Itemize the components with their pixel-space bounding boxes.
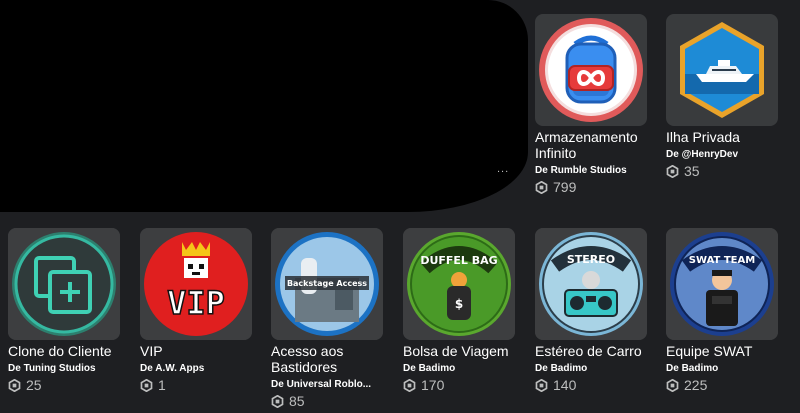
creator-name[interactable]: Badimo — [419, 363, 456, 374]
robux-icon — [271, 394, 284, 408]
svg-text:$: $ — [455, 297, 463, 311]
vip-crown-icon: VIP — [140, 228, 252, 340]
svg-text:VIP: VIP — [167, 284, 225, 322]
gamepass-thumbnail[interactable]: Backstage Access — [271, 228, 383, 340]
svg-text:Backstage Access: Backstage Access — [287, 279, 367, 288]
gamepass-name[interactable]: Acesso aos Bastidores — [271, 343, 383, 375]
gamepass-thumbnail[interactable] — [666, 14, 778, 126]
occluded-region — [0, 0, 528, 212]
gamepass-name[interactable]: Clone do Cliente — [8, 343, 120, 359]
robux-icon — [140, 378, 153, 392]
gamepass-price: 1 — [140, 377, 252, 393]
swat-team-icon: SWAT TEAM — [666, 228, 778, 340]
by-prefix: De — [666, 149, 679, 160]
price-value: 35 — [684, 163, 700, 179]
gamepass-creator[interactable]: De @HenryDev — [666, 148, 778, 161]
truncated-ellipsis: ... — [497, 163, 510, 175]
gamepass-creator[interactable]: De Badimo — [535, 362, 647, 375]
by-prefix: De — [271, 379, 284, 390]
creator-name[interactable]: A.W. Apps — [155, 363, 204, 374]
robux-icon — [666, 164, 679, 178]
gamepass-card[interactable]: STEREO Estéreo de Carro De Badimo 140 — [535, 228, 647, 393]
creator-name[interactable]: Rumble Studios — [551, 165, 627, 176]
gamepass-price: 85 — [271, 393, 383, 409]
gamepass-name[interactable]: Estéreo de Carro — [535, 343, 647, 359]
gamepass-thumbnail[interactable] — [8, 228, 120, 340]
creator-name[interactable]: Tuning Studios — [24, 363, 96, 374]
creator-name[interactable]: Badimo — [551, 363, 588, 374]
gamepass-thumbnail[interactable] — [535, 14, 647, 126]
by-prefix: De — [8, 363, 21, 374]
gamepass-price: 35 — [666, 163, 778, 179]
svg-text:SWAT TEAM: SWAT TEAM — [689, 255, 755, 266]
gamepass-thumbnail[interactable]: DUFFEL BAG $ — [403, 228, 515, 340]
gamepass-price: 799 — [535, 179, 647, 195]
gamepass-thumbnail[interactable]: SWAT TEAM — [666, 228, 778, 340]
robux-icon — [666, 378, 679, 392]
by-prefix: De — [535, 363, 548, 374]
gamepass-price: 25 — [8, 377, 120, 393]
gamepass-name[interactable]: Equipe SWAT — [666, 343, 778, 359]
creator-name[interactable]: @HenryDev — [682, 149, 738, 160]
infinity-backpack-icon — [539, 18, 643, 122]
gamepass-name[interactable]: Ilha Privada — [666, 129, 778, 145]
stereo-boombox-icon: STEREO — [535, 228, 647, 340]
gamepass-card[interactable]: Armazenamento Infinito De Rumble Studios… — [535, 14, 647, 195]
gamepass-price: 140 — [535, 377, 647, 393]
by-prefix: De — [403, 363, 416, 374]
gamepass-name[interactable]: VIP — [140, 343, 252, 359]
yacht-hexagon-icon — [680, 22, 764, 118]
gamepass-thumbnail[interactable]: VIP — [140, 228, 252, 340]
gamepass-creator[interactable]: De Rumble Studios — [535, 164, 647, 177]
gamepass-creator[interactable]: De Universal Roblo... — [271, 378, 383, 391]
price-value: 140 — [553, 377, 577, 393]
backstage-access-icon: Backstage Access — [271, 228, 383, 340]
gamepass-card[interactable]: Backstage Access Acesso aos Bastidores D… — [271, 228, 383, 409]
by-prefix: De — [666, 363, 679, 374]
gamepass-thumbnail[interactable]: STEREO — [535, 228, 647, 340]
robux-icon — [403, 378, 416, 392]
gamepass-price: 170 — [403, 377, 515, 393]
by-prefix: De — [535, 165, 548, 176]
price-value: 799 — [553, 179, 577, 195]
gamepass-creator[interactable]: De Badimo — [403, 362, 515, 375]
gamepass-card[interactable]: Ilha Privada De @HenryDev 35 — [666, 14, 778, 179]
gamepass-creator[interactable]: De A.W. Apps — [140, 362, 252, 375]
gamepass-name[interactable]: Bolsa de Viagem — [403, 343, 515, 359]
gamepass-creator[interactable]: De Badimo — [666, 362, 778, 375]
by-prefix: De — [140, 363, 153, 374]
creator-name[interactable]: Badimo — [682, 363, 719, 374]
price-value: 25 — [26, 377, 42, 393]
gamepass-price: 225 — [666, 377, 778, 393]
creator-name[interactable]: Universal Roblo... — [287, 379, 371, 390]
svg-text:DUFFEL BAG: DUFFEL BAG — [420, 254, 497, 267]
duffel-bag-icon: DUFFEL BAG $ — [403, 228, 515, 340]
price-value: 170 — [421, 377, 445, 393]
gamepass-card[interactable]: VIP VIP De A.W. Apps 1 — [140, 228, 252, 393]
robux-icon — [535, 378, 548, 392]
price-value: 225 — [684, 377, 708, 393]
robux-icon — [8, 378, 21, 392]
gamepass-name[interactable]: Armazenamento Infinito — [535, 129, 647, 161]
gamepass-creator[interactable]: De Tuning Studios — [8, 362, 120, 375]
price-value: 1 — [158, 377, 166, 393]
clone-plus-icon — [8, 228, 120, 340]
gamepass-card[interactable]: DUFFEL BAG $ Bolsa de Viagem De Badimo 1… — [403, 228, 515, 393]
price-value: 85 — [289, 393, 305, 409]
robux-icon — [535, 180, 548, 194]
svg-text:STEREO: STEREO — [567, 253, 615, 266]
gamepass-card[interactable]: SWAT TEAM Equipe SWAT De Badimo 225 — [666, 228, 778, 393]
gamepass-card[interactable]: Clone do Cliente De Tuning Studios 25 — [8, 228, 120, 393]
